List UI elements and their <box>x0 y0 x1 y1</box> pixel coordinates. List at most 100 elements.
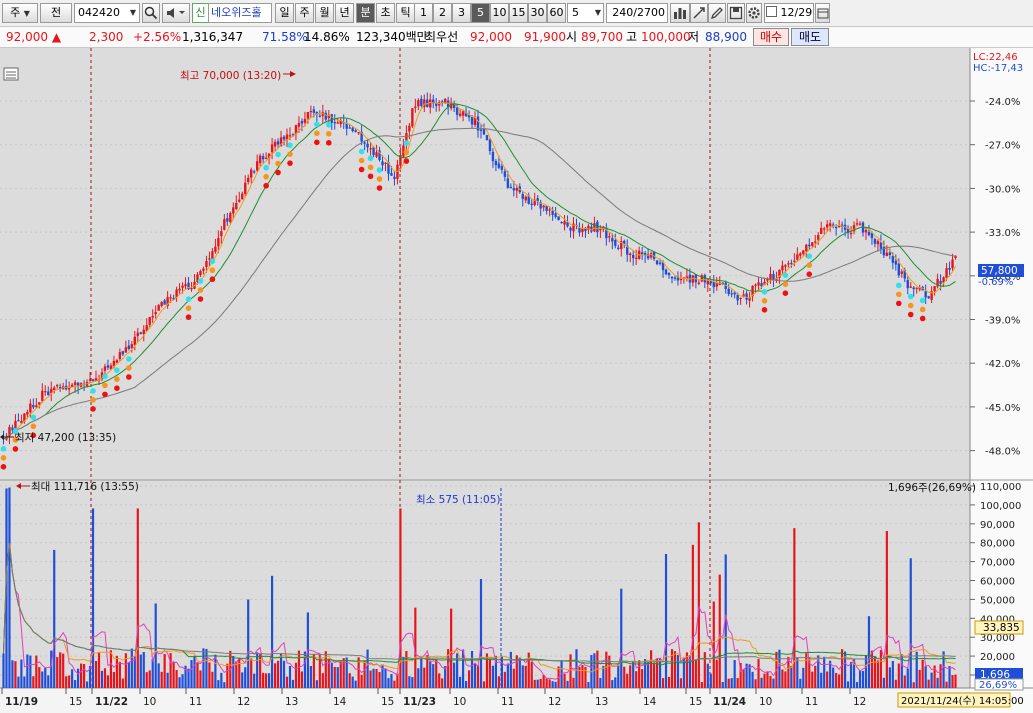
speaker-icon[interactable] <box>162 3 190 23</box>
interval-input[interactable]: 5 ▼ <box>567 3 604 23</box>
signal-dot <box>275 151 281 158</box>
candle-body <box>673 277 677 279</box>
candle-body <box>796 254 799 260</box>
stock-code-input[interactable]: 042420 ▼ <box>74 3 140 23</box>
unit-second-button[interactable]: 초 <box>376 3 395 23</box>
interval-30-button[interactable]: 30 <box>528 3 547 23</box>
chart-settings-icon[interactable] <box>3 67 19 81</box>
signal-dot <box>782 281 789 287</box>
interval-60-button[interactable]: 60 <box>547 3 566 23</box>
candle-body <box>569 227 572 231</box>
volume-bar <box>372 668 375 688</box>
candle-body <box>414 106 417 108</box>
low-price: 88,900 <box>705 30 747 44</box>
signal-dot <box>358 166 365 173</box>
volume-bar <box>846 681 850 688</box>
volume-pct-tag-text: 26,69% <box>979 680 1017 691</box>
candle-body <box>670 276 674 279</box>
candle-body <box>202 268 205 271</box>
candle-body <box>781 265 784 271</box>
period-year-button[interactable]: 년 <box>335 3 354 23</box>
unit-minute-button[interactable]: 분 <box>356 3 375 23</box>
volume-bar <box>196 662 199 688</box>
volume-bar <box>718 574 721 688</box>
candle-body <box>318 115 322 117</box>
volume-bar <box>387 678 390 688</box>
market-select[interactable]: 주 ▼ <box>2 3 38 23</box>
save-icon[interactable] <box>727 3 745 23</box>
stock-chart[interactable]: -24.0%-27.0%-30.0%-33.0%-36.0%-39.0%-42.… <box>0 48 1033 713</box>
calendar-icon[interactable] <box>815 3 830 23</box>
volume-bar <box>658 657 662 688</box>
unit-tick-button[interactable]: 틱 <box>396 3 415 23</box>
volume-bar <box>82 663 86 688</box>
time-axis-tick: 15 <box>69 696 82 708</box>
candle-body <box>799 253 802 256</box>
candle-body <box>491 151 495 162</box>
candle-body <box>214 246 217 252</box>
candle-body <box>924 291 927 298</box>
volume-bar <box>838 674 841 688</box>
volume-bar <box>954 674 957 688</box>
interval-2-button[interactable]: 2 <box>433 3 452 23</box>
candle-body <box>393 176 396 179</box>
volume-bar <box>754 679 757 688</box>
candle-body <box>252 171 256 173</box>
volume-bar <box>444 666 447 688</box>
candle-body <box>199 271 202 275</box>
volume-bar <box>778 649 781 688</box>
volume-bar <box>247 599 250 688</box>
volume-bar <box>390 674 393 688</box>
volume-bar <box>17 676 20 688</box>
volume-bar <box>951 675 954 688</box>
time-axis-tick: 13 <box>285 696 298 708</box>
date-input[interactable]: 12/29 <box>764 3 814 23</box>
sell-button[interactable]: 매도 <box>791 28 829 46</box>
signal-dot <box>919 306 926 313</box>
interval-10-button[interactable]: 10 <box>490 3 509 23</box>
signal-dot <box>30 414 37 421</box>
candle-body <box>205 261 208 267</box>
candle-body <box>35 405 38 408</box>
volume-bar <box>849 661 853 688</box>
volume-bar <box>309 666 312 688</box>
signal-dot <box>761 298 768 304</box>
candle-body <box>148 317 151 325</box>
time-axis-tick: 12 <box>548 696 561 708</box>
volume-bar <box>91 508 95 688</box>
prefix-select[interactable]: 전 <box>40 3 72 23</box>
gear-icon[interactable] <box>746 3 762 23</box>
bar-chart-icon[interactable] <box>670 3 690 23</box>
volume-bar <box>685 652 689 688</box>
volume-axis-tick: 70,000 <box>980 558 1015 569</box>
count-input[interactable]: 240/2700 <box>606 3 668 23</box>
interval-15-button[interactable]: 15 <box>509 3 528 23</box>
date-checkbox[interactable] <box>766 6 777 17</box>
interval-5-button[interactable]: 5 <box>471 3 490 23</box>
candle-body <box>727 288 730 295</box>
signal-dot <box>197 278 204 284</box>
volume-bar <box>464 680 468 688</box>
volume-bar <box>906 668 909 688</box>
signal-dot <box>90 406 96 412</box>
volume-bar <box>11 660 14 688</box>
best-quote-label: 최우선 <box>425 30 459 44</box>
interval-3-button[interactable]: 3 <box>452 3 471 23</box>
candle-body <box>909 286 912 288</box>
period-month-button[interactable]: 월 <box>315 3 334 23</box>
volume-bar <box>888 667 891 688</box>
search-icon[interactable] <box>142 3 160 23</box>
candle-body <box>736 294 739 301</box>
drawing-icon[interactable] <box>708 3 726 23</box>
period-day-button[interactable]: 일 <box>275 3 294 23</box>
period-week-button[interactable]: 주 <box>295 3 314 23</box>
buy-button[interactable]: 매수 <box>753 28 789 46</box>
zoom-icon[interactable] <box>690 3 708 23</box>
candle-body <box>817 235 820 240</box>
candle-body <box>270 144 274 153</box>
time-axis-tick: 11/23 <box>403 696 436 708</box>
volume-bar <box>721 682 724 688</box>
candle-body <box>357 132 360 134</box>
candle-body <box>276 141 280 145</box>
interval-1-button[interactable]: 1 <box>414 3 433 23</box>
